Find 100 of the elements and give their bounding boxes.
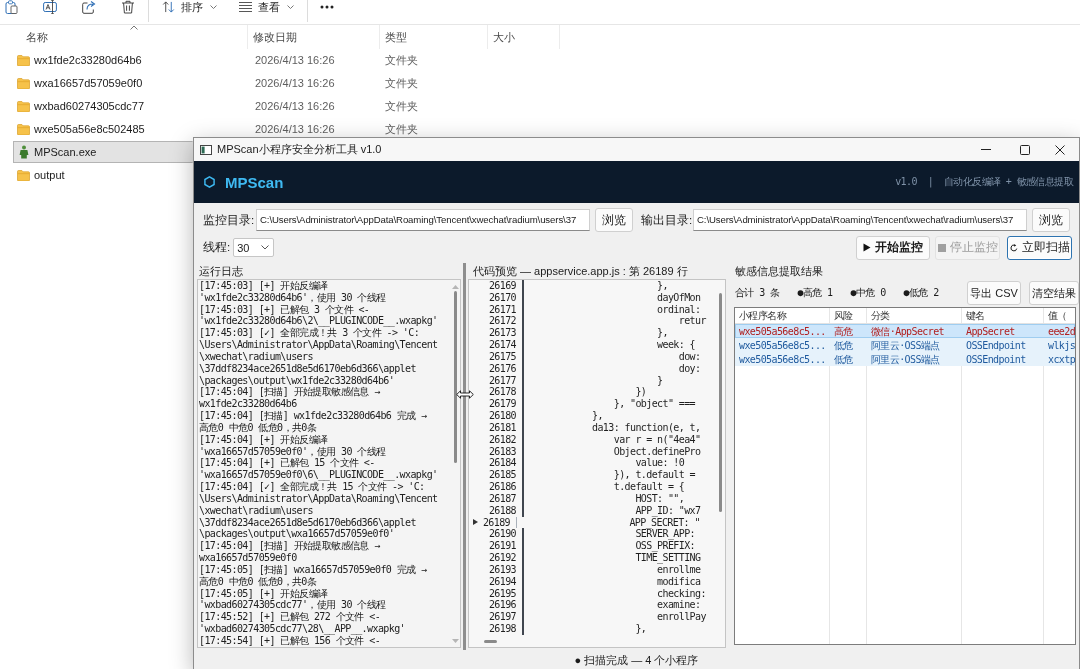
code-line: dayOfMon xyxy=(657,291,701,304)
log-line: 'wx1fde2c33280d64b6\2\__PLUGINCODE__.wxapkg' xyxy=(199,315,438,328)
splitter-handle[interactable] xyxy=(463,263,466,650)
scan-now-button[interactable]: 立即扫描 xyxy=(1007,235,1072,260)
maximize-icon[interactable] xyxy=(1019,144,1030,155)
file-row[interactable]: output xyxy=(13,164,193,186)
code-line: value: !0 xyxy=(635,457,685,470)
log-line: [17:45:04] [扫描] wx1fde2c33280d64b6 完成 → xyxy=(199,410,427,422)
code-line: Object.definePro xyxy=(613,445,701,458)
log-line: [17:45:03] [✓] 全部完成！共 3 个文件 -> 'C: xyxy=(199,327,420,340)
log-line: [17:45:04] [+] 已解包 15 个文件 <- xyxy=(199,457,375,470)
line-number: 26181 xyxy=(488,421,516,434)
file-type: 文件夹 xyxy=(385,121,418,137)
code-line: }, xyxy=(592,410,603,422)
line-number: 26183 xyxy=(488,445,516,458)
code-line: }, xyxy=(657,327,668,340)
line-number: 26174 xyxy=(488,339,516,351)
stop-icon xyxy=(937,243,946,252)
folder-icon xyxy=(17,100,30,112)
trash-icon[interactable] xyxy=(121,0,135,14)
column-header[interactable]: 值（ xyxy=(1044,308,1075,323)
field-label: 监控目录: xyxy=(203,212,256,228)
log-line: wx1fde2c33280d64b6 xyxy=(199,398,297,411)
panel-title: 代码预览 — appservice.app.js : 第 26189 行 xyxy=(472,264,689,279)
status-text: ● 扫描完成 — 4 个小程序 xyxy=(574,653,699,668)
clear-results-button[interactable]: 清空结果 xyxy=(1029,281,1079,305)
line-number: 26195 xyxy=(488,587,516,600)
minimize-icon[interactable] xyxy=(980,149,991,150)
panel-title: 运行日志 xyxy=(198,264,244,279)
line-number: 26173 xyxy=(488,327,516,340)
sort-caret-icon xyxy=(129,25,138,30)
field-label: 线程: xyxy=(203,240,231,255)
rename-icon[interactable] xyxy=(43,0,57,14)
threads-select[interactable]: 30 xyxy=(233,238,275,257)
line-number: 26171 xyxy=(488,303,516,316)
sort-button[interactable]: 排序 xyxy=(162,0,217,14)
code-line: TIME_SETTING xyxy=(635,552,701,564)
header-tagline: v1.0 | 自动化反编译 + 敏感信息提取 xyxy=(895,175,1073,189)
view-button[interactable]: 查看 xyxy=(239,0,294,14)
key-name: OSSEndpoint xyxy=(966,354,1026,365)
start-monitor-button[interactable]: 开始监控 xyxy=(856,235,930,260)
export-csv-button[interactable]: 导出 CSV xyxy=(967,281,1021,305)
file-row[interactable]: wxa16657d57059e0f0 2026/4/13 16:26 文件夹 xyxy=(13,72,560,94)
browse-button[interactable]: 浏览 xyxy=(1032,208,1070,232)
total-count: 合计 3 条 xyxy=(735,286,780,300)
log-line: [17:45:03] [+] 已解包 3 个文件 <- xyxy=(199,303,370,316)
column-header[interactable]: 键名 xyxy=(962,308,1044,323)
scrollbar-thumb[interactable] xyxy=(719,293,722,512)
hexagon-icon xyxy=(204,176,215,188)
file-row[interactable]: wx1fde2c33280d64b6 2026/4/13 16:26 文件夹 xyxy=(13,49,560,71)
line-number: 26169 xyxy=(488,280,516,292)
share-icon[interactable] xyxy=(82,0,96,14)
modified-date: 2026/4/13 16:26 xyxy=(255,77,335,89)
table-row[interactable]: wxe505a56e8c5... 低危 阿里云·OSS端点 OSSEndpoint xcxtp xyxy=(735,352,1075,366)
file-row[interactable]: wxe505a56e8c502485 2026/4/13 16:26 文件夹 xyxy=(13,118,560,140)
browse-button[interactable]: 浏览 xyxy=(595,208,633,232)
triangle-icon xyxy=(473,519,478,526)
column-header[interactable]: 风险 xyxy=(830,308,867,323)
line-number: 26186 xyxy=(488,481,516,493)
table-row[interactable]: wxe505a56e8c5... 低危 阿里云·OSS端点 OSSEndpoint wlkjs xyxy=(735,338,1075,352)
folder-icon xyxy=(17,77,30,89)
window-icon xyxy=(200,144,212,155)
scrollbar-thumb[interactable] xyxy=(454,291,457,463)
code-line: } xyxy=(657,374,663,387)
log-line: [17:45:52] [+] 已解包 272 个文件 <- xyxy=(199,611,381,623)
path-field[interactable]: C:\Users\Administrator\AppData\Roaming\Tencent\xwechat\radium\users\37 xyxy=(693,209,1027,231)
file-row[interactable]: MPScan.exe xyxy=(13,141,193,163)
log-line: \Users\Administrator\AppData\Roaming\Tencent xyxy=(199,492,438,505)
log-line: [17:45:04] [+] 开始反编译 xyxy=(199,433,328,446)
code-line: week: { xyxy=(657,339,696,351)
column-header[interactable]: 名称 xyxy=(0,25,248,49)
line-number: 26179 xyxy=(488,398,516,411)
column-header[interactable]: 分类 xyxy=(867,308,962,323)
category: 微信·AppSecret xyxy=(871,326,944,337)
line-number: 26189 xyxy=(482,516,510,529)
table-row[interactable]: wxe505a56e8c5... 高危 微信·AppSecret AppSecret eee2d xyxy=(735,324,1075,338)
log-line: [17:45:54] [+] 已解包 156 个文件 <- xyxy=(199,634,381,647)
code-line: retur xyxy=(678,315,706,328)
line-number: 26194 xyxy=(488,575,516,588)
code-line: doy: xyxy=(678,362,701,375)
log-line: \xwechat\radium\users xyxy=(199,350,313,363)
column-header[interactable]: 类型 xyxy=(380,25,488,49)
risk-count: ●低危 2 xyxy=(903,286,939,300)
list-view-icon xyxy=(239,1,252,13)
column-header[interactable]: 小程序名称 xyxy=(735,308,830,323)
column-header[interactable]: 修改日期 xyxy=(248,25,380,49)
key-name: AppSecret xyxy=(966,326,1015,337)
code-line: da13: function(e, t, xyxy=(592,421,701,434)
clipboard-icon[interactable] xyxy=(4,0,18,14)
more-icon[interactable] xyxy=(320,5,334,9)
file-row[interactable]: wxbad60274305cdc77 2026/4/13 16:26 文件夹 xyxy=(13,95,560,117)
scrollbar-thumb[interactable] xyxy=(484,639,497,643)
path-field[interactable]: C:\Users\Administrator\AppData\Roaming\Tencent\xwechat\radium\users\37 xyxy=(256,209,590,231)
secret-value: wlkjs xyxy=(1048,340,1076,351)
line-number: 26180 xyxy=(488,410,516,422)
log-line: 高危0 中危0 低危0，共0条 xyxy=(199,575,317,588)
line-number: 26192 xyxy=(488,552,516,564)
code-line: APP_ID: "wx7 xyxy=(635,504,701,517)
column-header[interactable]: 大小 xyxy=(488,25,560,49)
close-icon[interactable] xyxy=(1054,144,1065,155)
